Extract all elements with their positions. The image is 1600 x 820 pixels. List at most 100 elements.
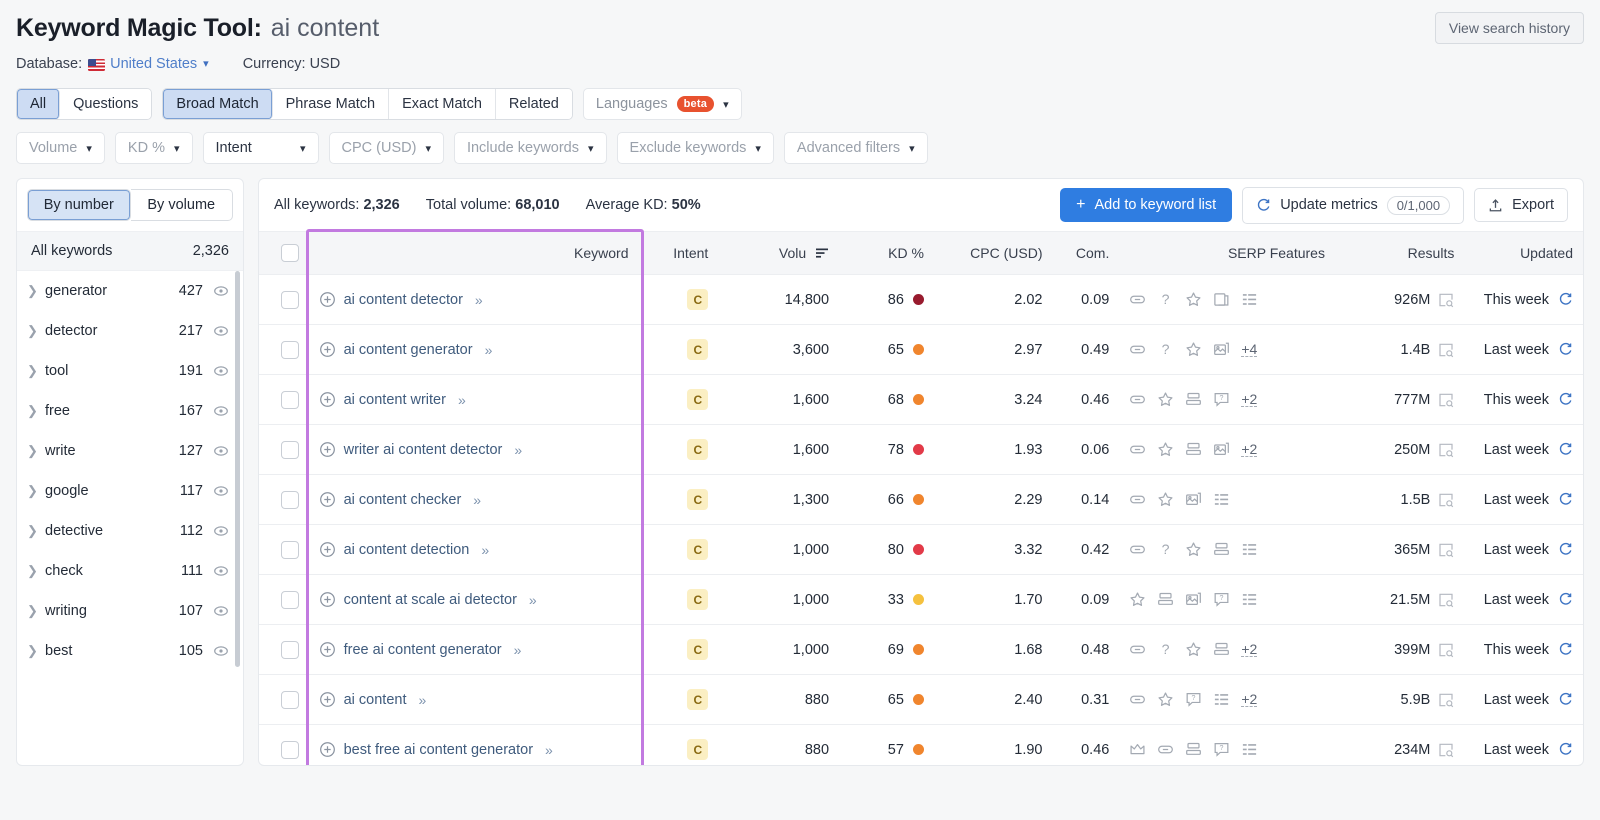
refresh-metrics-icon[interactable] — [1558, 292, 1573, 307]
table-row[interactable]: ai content writer » C 1,600 68 3.24 0.46… — [259, 374, 1583, 426]
intent-badge[interactable]: C — [687, 439, 709, 461]
keyword-expand-icon[interactable]: » — [458, 392, 466, 408]
sitelinks-icon[interactable] — [1129, 491, 1146, 508]
top-stories-crown-icon[interactable] — [1129, 741, 1146, 758]
reviews-star-icon[interactable] — [1157, 391, 1174, 408]
eye-icon[interactable] — [213, 523, 229, 539]
row-checkbox[interactable] — [280, 390, 299, 409]
people-also-ask-icon[interactable]: ? — [1213, 391, 1230, 408]
sitelinks-icon[interactable] — [1129, 641, 1146, 658]
add-keyword-icon[interactable] — [319, 491, 336, 508]
row-checkbox[interactable] — [280, 640, 299, 659]
export-button[interactable]: Export — [1474, 188, 1568, 222]
cpc-filter-dropdown[interactable]: CPC (USD) ▾ — [328, 132, 444, 164]
image-pack-icon[interactable] — [1213, 441, 1230, 458]
carousel-icon[interactable] — [1213, 641, 1230, 658]
eye-icon[interactable] — [213, 363, 229, 379]
keyword-link[interactable]: free ai content generator — [344, 642, 502, 658]
table-row[interactable]: best free ai content generator » C 880 5… — [259, 724, 1583, 765]
sidebar-item-tool[interactable]: ❯ tool 191 — [17, 351, 243, 391]
keyword-expand-icon[interactable]: » — [475, 292, 483, 308]
keyword-link[interactable]: ai content generator — [344, 342, 473, 358]
refresh-metrics-icon[interactable] — [1558, 492, 1573, 507]
carousel-icon[interactable] — [1185, 741, 1202, 758]
sitelinks-icon[interactable] — [1129, 691, 1146, 708]
keyword-expand-icon[interactable]: » — [514, 642, 522, 658]
refresh-metrics-icon[interactable] — [1558, 542, 1573, 557]
keyword-expand-icon[interactable]: » — [529, 592, 537, 608]
intent-badge[interactable]: C — [687, 489, 709, 511]
row-checkbox[interactable] — [280, 440, 299, 459]
include-keywords-dropdown[interactable]: Include keywords ▾ — [453, 132, 607, 164]
row-checkbox[interactable] — [280, 340, 299, 359]
sidebar-item-google[interactable]: ❯ google 117 — [17, 471, 243, 511]
sitelinks-icon[interactable] — [1157, 741, 1174, 758]
view-serp-icon[interactable] — [1438, 342, 1454, 358]
reviews-star-icon[interactable] — [1129, 591, 1146, 608]
database-selector[interactable]: United States — [110, 56, 197, 72]
table-row[interactable]: ai content » C 880 65 2.40 0.31 ? +2 5.9… — [259, 674, 1583, 726]
image-pack-icon[interactable] — [1185, 591, 1202, 608]
column-header-volume[interactable]: Volu — [718, 230, 840, 276]
eye-icon[interactable] — [213, 483, 229, 499]
view-serp-icon[interactable] — [1438, 542, 1454, 558]
view-serp-icon[interactable] — [1438, 292, 1454, 308]
sidebar-toggle-by-number[interactable]: By number — [27, 189, 131, 221]
chevron-down-icon[interactable]: ▾ — [203, 57, 209, 70]
keyword-expand-icon[interactable]: » — [545, 742, 553, 758]
table-row[interactable]: ai content detector » C 14,800 86 2.02 0… — [259, 274, 1583, 326]
faq-question-icon[interactable]: ? — [1157, 541, 1174, 559]
sidebar-item-free[interactable]: ❯ free 167 — [17, 391, 243, 431]
table-row[interactable]: ai content checker » C 1,300 66 2.29 0.1… — [259, 474, 1583, 526]
serp-more-chip[interactable]: +4 — [1241, 342, 1258, 358]
keyword-link[interactable]: best free ai content generator — [344, 742, 533, 758]
sitelinks-icon[interactable] — [1129, 291, 1146, 308]
tab-all[interactable]: All — [17, 89, 61, 119]
results-list-icon[interactable] — [1241, 591, 1258, 608]
sidebar-scrollbar[interactable] — [235, 271, 240, 667]
sidebar-item-generator[interactable]: ❯ generator 427 — [17, 271, 243, 311]
faq-question-icon[interactable]: ? — [1157, 341, 1174, 359]
results-list-icon[interactable] — [1241, 541, 1258, 558]
table-row[interactable]: ai content detection » C 1,000 80 3.32 0… — [259, 524, 1583, 576]
keyword-link[interactable]: ai content — [344, 692, 407, 708]
eye-icon[interactable] — [213, 323, 229, 339]
faq-question-icon[interactable]: ? — [1157, 641, 1174, 659]
view-serp-icon[interactable] — [1438, 442, 1454, 458]
table-row[interactable]: ai content generator » C 3,600 65 2.97 0… — [259, 324, 1583, 376]
view-serp-icon[interactable] — [1438, 692, 1454, 708]
carousel-icon[interactable] — [1185, 391, 1202, 408]
intent-badge[interactable]: C — [687, 339, 709, 361]
refresh-metrics-icon[interactable] — [1558, 342, 1573, 357]
sidebar-item-all-keywords[interactable]: All keywords 2,326 — [17, 231, 243, 271]
intent-badge[interactable]: C — [687, 639, 709, 661]
keyword-link[interactable]: ai content checker — [344, 492, 462, 508]
faq-question-icon[interactable]: ? — [1157, 291, 1174, 309]
refresh-metrics-icon[interactable] — [1558, 592, 1573, 607]
row-checkbox[interactable] — [280, 740, 299, 759]
view-serp-icon[interactable] — [1438, 642, 1454, 658]
reviews-star-icon[interactable] — [1185, 641, 1202, 658]
eye-icon[interactable] — [213, 443, 229, 459]
image-pack-icon[interactable] — [1185, 491, 1202, 508]
serp-more-chip[interactable]: +2 — [1241, 442, 1258, 458]
tab-questions[interactable]: Questions — [60, 89, 152, 119]
refresh-metrics-icon[interactable] — [1558, 392, 1573, 407]
tab-phrase-match[interactable]: Phrase Match — [272, 89, 390, 119]
add-keyword-icon[interactable] — [319, 391, 336, 408]
view-search-history-button[interactable]: View search history — [1434, 12, 1584, 44]
keyword-expand-icon[interactable]: » — [514, 442, 522, 458]
people-also-ask-icon[interactable]: ? — [1185, 691, 1202, 708]
add-keyword-icon[interactable] — [319, 541, 336, 558]
add-keyword-icon[interactable] — [319, 441, 336, 458]
intent-badge[interactable]: C — [687, 389, 709, 411]
eye-icon[interactable] — [213, 283, 229, 299]
add-keyword-icon[interactable] — [319, 641, 336, 658]
keyword-expand-icon[interactable]: » — [481, 542, 489, 558]
add-keyword-icon[interactable] — [319, 341, 336, 358]
column-header-serp[interactable]: SERP Features — [1119, 230, 1335, 276]
intent-badge[interactable]: C — [687, 739, 709, 761]
keyword-link[interactable]: ai content writer — [344, 392, 446, 408]
exclude-keywords-dropdown[interactable]: Exclude keywords ▾ — [616, 132, 774, 164]
carousel-icon[interactable] — [1213, 541, 1230, 558]
